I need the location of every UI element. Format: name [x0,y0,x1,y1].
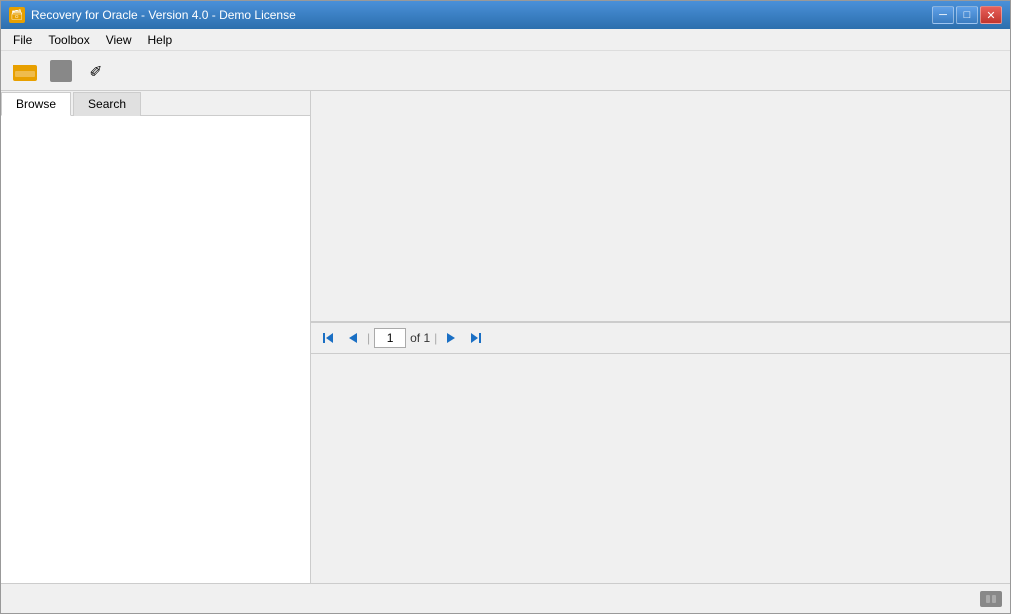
pagination-bar: | of 1 | [311,322,1010,354]
status-dot-2 [992,595,996,603]
stop-icon [50,60,72,82]
status-icon [980,591,1002,607]
next-page-icon [446,332,456,344]
menu-bar: File Toolbox View Help [1,29,1010,51]
content-area: Browse Search [1,91,1010,583]
last-page-button[interactable] [465,328,485,348]
title-bar-left: 🗃 Recovery for Oracle - Version 4.0 - De… [9,7,296,23]
title-bar-buttons: ─ □ ✕ [932,6,1002,24]
minimize-button[interactable]: ─ [932,6,954,24]
page-of-label: of 1 [410,331,430,345]
lower-data-view[interactable] [311,354,1010,584]
next-page-button[interactable] [441,328,461,348]
last-page-icon [469,332,481,344]
title-bar: 🗃 Recovery for Oracle - Version 4.0 - De… [1,1,1010,29]
page-separator-left: | [367,331,370,345]
menu-view[interactable]: View [98,31,140,49]
prev-page-button[interactable] [343,328,363,348]
left-panel: Browse Search [1,91,311,583]
edit-button[interactable]: ✏ [81,56,113,86]
first-page-icon [323,332,335,344]
menu-file[interactable]: File [5,31,40,49]
page-number-input[interactable] [374,328,406,348]
tabs: Browse Search [1,91,310,116]
status-bar [1,583,1010,613]
main-window: 🗃 Recovery for Oracle - Version 4.0 - De… [0,0,1011,614]
first-page-button[interactable] [319,328,339,348]
prev-page-icon [348,332,358,344]
status-dot-1 [986,595,990,603]
app-icon: 🗃 [9,7,25,23]
pencil-icon: ✏ [85,59,109,83]
main-content: Browse Search [1,91,1010,613]
toolbar: ✏ [1,51,1010,91]
tab-content[interactable] [1,116,310,583]
window-title: Recovery for Oracle - Version 4.0 - Demo… [31,8,296,22]
right-panel: | of 1 | [311,91,1010,583]
upper-data-view[interactable] [311,91,1010,322]
restore-button[interactable]: □ [956,6,978,24]
folder-icon [13,61,37,81]
open-button[interactable] [9,56,41,86]
menu-help[interactable]: Help [140,31,181,49]
close-button[interactable]: ✕ [980,6,1002,24]
menu-toolbox[interactable]: Toolbox [40,31,97,49]
page-separator-right: | [434,331,437,345]
tab-browse[interactable]: Browse [1,92,71,116]
stop-button[interactable] [45,56,77,86]
tab-search[interactable]: Search [73,92,141,116]
